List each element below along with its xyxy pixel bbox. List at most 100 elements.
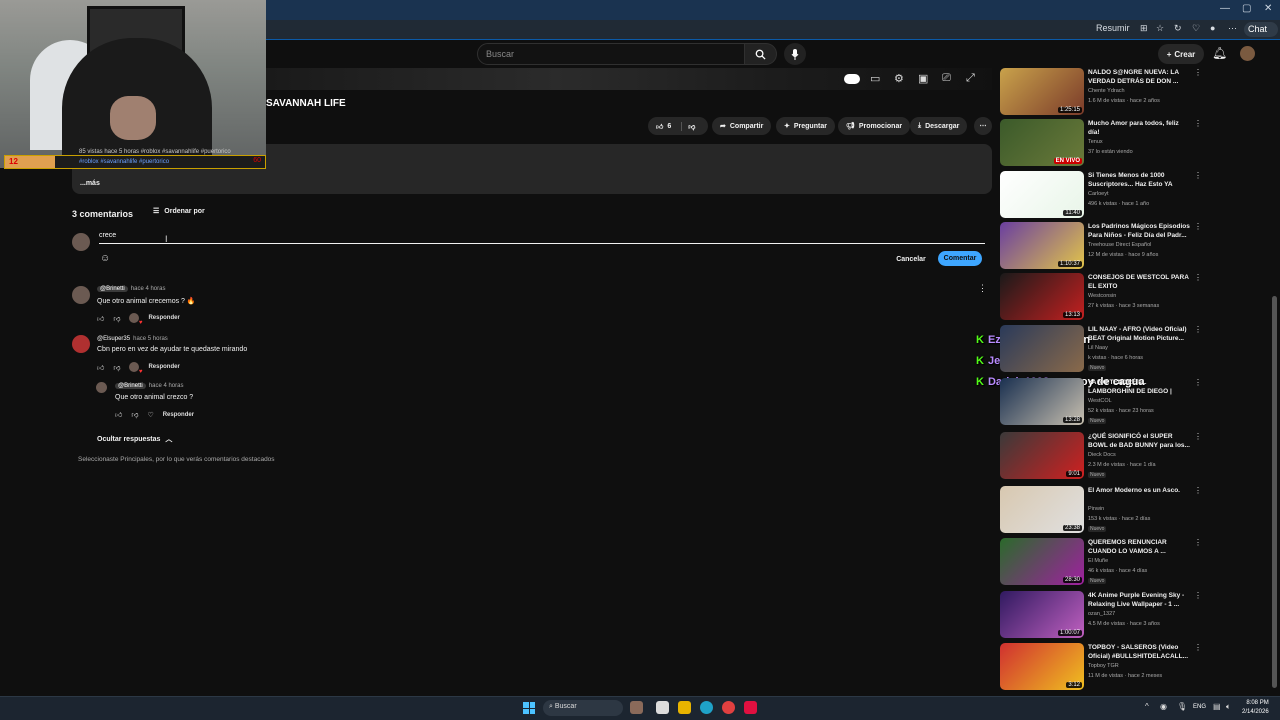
video-title-link[interactable]: QUEREMOS RENUNCIAR CUANDO LO VAMOS A ... [1088,538,1192,556]
video-title-link[interactable]: NALDO S@NGRE NUEVA: LA VERDAD DETRÁS DE … [1088,68,1192,86]
thumbs-up-icon[interactable]: 👍︎ [97,314,104,323]
edge-browser-icon[interactable] [700,701,713,714]
channel-name[interactable]: ozan_1327 [1088,611,1115,617]
tray-app-icon[interactable]: ◉ [1160,702,1167,711]
search-input[interactable]: Buscar [477,43,745,65]
volume-icon[interactable]: 🔈︎ [1226,702,1231,712]
language-indicator[interactable]: ENG [1193,704,1206,710]
recommended-video[interactable]: 1:10:37 Los Padrinos Mágicos Episodios Pa… [1000,222,1202,272]
comment-input[interactable]: crece [99,232,985,244]
submit-comment-button[interactable]: Comentar [938,251,982,266]
recommended-video[interactable]: LIL NAAY - AFRO (Video Oficial) BEAT Ori… [1000,325,1202,375]
recommended-video[interactable]: 1:25:15 NALDO S@NGRE NUEVA: LA VERDAD DET… [1000,68,1202,118]
recommended-video[interactable]: 23:38 El Amor Moderno es un Asco. Pinwin 15… [1000,486,1202,536]
channel-name[interactable]: Treehouse Direct Español [1088,242,1151,248]
summarize-button[interactable]: Resumir [1096,23,1130,33]
video-title-link[interactable]: YA NO TENDRÉ EL LAMBORGHINI DE DIEGO | W… [1088,378,1192,396]
channel-name[interactable]: El Muñe [1088,558,1108,564]
video-title-link[interactable]: El Amor Moderno es un Asco. [1088,486,1192,495]
video-menu-icon[interactable]: ⋮ [1194,325,1202,334]
video-title-link[interactable]: CONSEJOS DE WESTCOL PARA EL EXITO [1088,273,1192,291]
video-thumbnail[interactable]: 9:01 [1000,432,1084,479]
ask-button[interactable]: ✦ Preguntar [776,117,835,135]
heart-icon[interactable]: ♡ [147,411,153,419]
recommended-video[interactable]: 3:12 TOPBOY - SALSEROS (Video Oficial) #B… [1000,643,1202,693]
channel-name[interactable]: Chente Ydrach [1088,88,1125,94]
widgets-icon[interactable] [630,701,643,714]
video-thumbnail[interactable]: 23:38 [1000,486,1084,533]
comment-time[interactable]: hace 4 horas [131,286,166,292]
thumbs-down-icon[interactable]: 👎︎ [131,410,138,419]
thumbs-up-icon[interactable]: 👍︎ [115,410,122,419]
tray-chevron-icon[interactable]: ^ [1145,702,1149,711]
cast-icon[interactable]: ⎚ [942,72,951,85]
video-title-link[interactable]: Los Padrinos Mágicos Episodios Para Niño… [1088,222,1192,240]
account-avatar[interactable] [1240,46,1255,61]
comment-handle[interactable]: @Brinetti [97,286,128,292]
comment-author[interactable]: @Elsuper35 hace 5 horas [97,336,168,342]
video-menu-icon[interactable]: ⋮ [1194,432,1202,441]
recommended-video[interactable]: 11:40 Si Tienes Menos de 1000 Suscriptore… [1000,171,1202,221]
video-thumbnail[interactable] [1000,325,1084,372]
video-menu-icon[interactable]: ⋮ [1194,68,1202,77]
promote-button[interactable]: 📢︎ Promocionar [838,117,911,135]
comment-time[interactable]: hace 5 horas [133,336,168,342]
video-menu-icon[interactable]: ⋮ [1194,538,1202,547]
refresh-icon[interactable]: ↻ [1174,23,1182,34]
commenter-avatar[interactable] [72,335,90,353]
channel-name[interactable]: Dieck Docs [1088,452,1116,458]
channel-name[interactable]: Lil Naay [1088,345,1108,351]
reply-time[interactable]: hace 4 horas [149,383,184,389]
recommended-video[interactable]: 13:28 YA NO TENDRÉ EL LAMBORGHINI DE DIEG… [1000,378,1202,428]
channel-name[interactable]: Pinwin [1088,506,1104,512]
video-title-link[interactable]: LIL NAAY - AFRO (Video Oficial) BEAT Ori… [1088,325,1192,343]
chat-button[interactable]: Chat [1244,22,1278,37]
comment-author[interactable]: @Brinetti hace 4 horas [97,286,165,292]
sort-comments-button[interactable]: ☰ Ordenar por [153,207,205,216]
file-explorer-icon[interactable] [678,701,691,714]
create-button[interactable]: + Crear [1158,44,1204,64]
calendar-icon[interactable] [656,701,669,714]
video-title-link[interactable]: TOPBOY - SALSEROS (Video Oficial) #BULLS… [1088,643,1192,661]
reply-avatar[interactable] [96,382,107,393]
profile-icon[interactable]: ● [1210,23,1215,33]
reply-button[interactable]: Responder [148,315,179,321]
video-menu-icon[interactable]: ⋮ [1194,222,1202,231]
video-title-link[interactable]: ¿QUÉ SIGNIFICÓ el SUPER BOWL de BAD BUNN… [1088,432,1192,450]
channel-name[interactable]: Topboy TGR [1088,663,1119,669]
share-button[interactable]: ➦ Compartir [712,117,772,135]
more-actions-button[interactable]: ⋯ [974,117,992,135]
video-thumbnail[interactable]: 11:40 [1000,171,1084,218]
video-title-link[interactable]: Mucho Amor para todos, feliz día! [1088,119,1192,137]
more-browser-icon[interactable]: ⋯ [1228,23,1237,34]
settings-gear-icon[interactable]: ⚙ [894,72,904,85]
channel-name[interactable]: Westconsin [1088,293,1116,299]
video-thumbnail[interactable]: EN VIVO [1000,119,1084,166]
video-menu-icon[interactable]: ⋮ [1194,171,1202,180]
recommended-video[interactable]: 1:00:07 4K Anime Purple Evening Sky - Rel… [1000,591,1202,641]
video-menu-icon[interactable]: ⋮ [1194,119,1202,128]
minimize-icon[interactable]: — [1220,3,1230,14]
extensions-icon[interactable]: ♡ [1192,23,1200,34]
search-button[interactable] [745,43,777,65]
voice-search-button[interactable] [784,43,806,65]
show-more-link[interactable]: ...más [80,180,100,187]
like-button[interactable]: 👍︎ 6 👎︎ [648,117,708,135]
reply-button[interactable]: Responder [163,412,194,418]
video-menu-icon[interactable]: ⋮ [1194,643,1202,652]
cancel-button[interactable]: Cancelar [890,252,932,266]
chrome-browser-icon[interactable] [722,701,735,714]
hide-replies-button[interactable]: Ocultar respuestas ︿ [97,434,172,444]
tab-actions-icon[interactable]: ⊞ [1140,23,1148,34]
channel-name[interactable]: Carloeyt [1088,191,1108,197]
miniplayer-icon[interactable]: ▣ [918,72,928,85]
recommended-video[interactable]: EN VIVO Mucho Amor para todos, feliz día!… [1000,119,1202,169]
video-thumbnail[interactable]: 1:00:07 [1000,591,1084,638]
favorite-icon[interactable]: ☆ [1156,23,1164,34]
thumbs-down-icon[interactable]: 👎︎ [681,121,695,131]
maximize-icon[interactable]: ▢ [1242,3,1251,14]
reply-handle[interactable]: @Brinetti [115,383,146,389]
thumbs-down-icon[interactable]: 👎︎ [113,314,120,323]
video-menu-icon[interactable]: ⋮ [1194,378,1202,387]
recommended-video[interactable]: 28:30 QUEREMOS RENUNCIAR CUANDO LO VAMOS … [1000,538,1202,588]
